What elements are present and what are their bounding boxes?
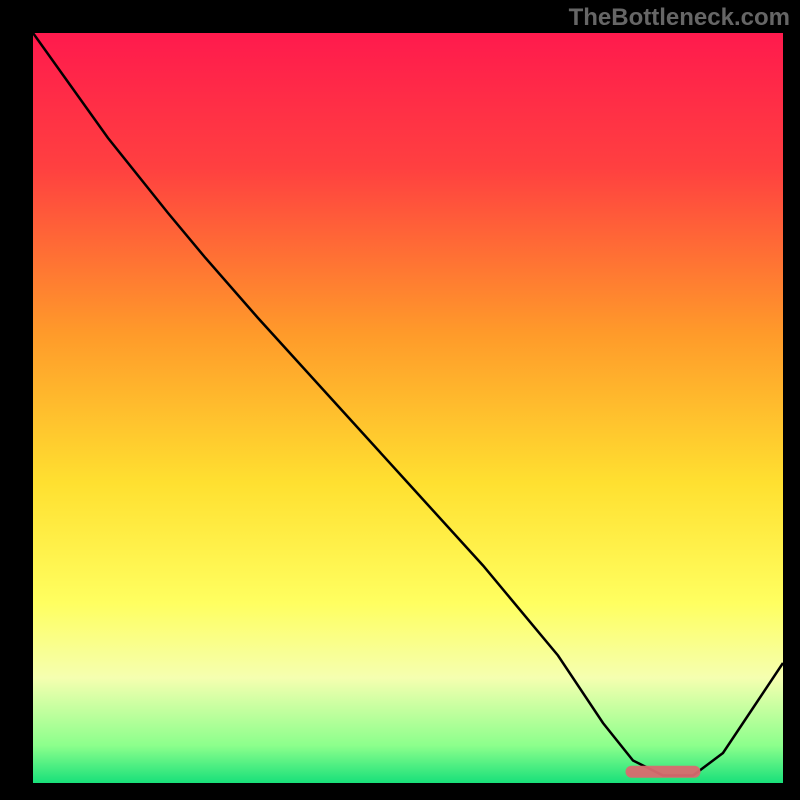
gradient-rect — [33, 33, 783, 783]
optimal-marker — [626, 766, 701, 778]
plot-svg — [33, 33, 783, 783]
watermark-text: TheBottleneck.com — [569, 4, 790, 32]
plot-area — [33, 33, 783, 783]
chart-frame: TheBottleneck.com — [0, 0, 800, 800]
